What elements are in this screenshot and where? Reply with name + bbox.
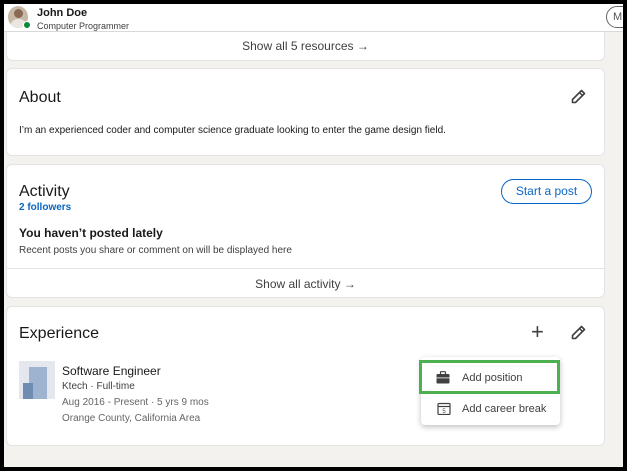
briefcase-icon [436,371,450,384]
job-company: Ktech · Full-time [62,381,135,392]
add-position-label: Add position [462,372,523,384]
activity-heading: Activity [19,183,70,200]
about-text: I’m an experienced coder and computer sc… [19,125,446,136]
about-heading: About [19,89,61,106]
empty-activity-title: You haven’t posted lately [19,226,163,240]
about-card: About I’m an experienced coder and compu… [6,68,605,156]
add-career-break-menu-item[interactable]: 5 Add career break [421,394,560,424]
divider [7,268,604,269]
experience-heading: Experience [19,325,100,342]
job-dates: Aug 2016 - Present · 5 yrs 9 mos [62,397,209,408]
show-all-activity-link[interactable]: Show all activity → [7,277,604,291]
resources-card: Show all 5 resources → [6,28,605,61]
pencil-icon[interactable] [570,325,586,341]
company-logo[interactable] [19,361,55,399]
profile-sticky-header: John Doe Computer Programmer M [4,4,627,32]
profile-title: Computer Programmer [37,21,130,31]
more-button[interactable]: M [606,6,627,28]
online-status-icon [23,21,31,29]
followers-link[interactable]: 2 followers [19,202,71,213]
empty-activity-subtitle: Recent posts you share or comment on wil… [19,245,292,256]
calendar-icon: 5 [437,402,451,415]
activity-card: Activity 2 followers Start a post You ha… [6,164,605,298]
job-location: Orange County, California Area [62,413,201,424]
job-title[interactable]: Software Engineer [62,364,161,378]
pencil-icon[interactable] [570,89,586,105]
add-experience-menu: Add position 5 Add career break [419,357,560,425]
show-all-resources-link[interactable]: Show all 5 resources → [7,39,604,53]
start-post-button[interactable]: Start a post [501,179,592,204]
add-position-menu-item[interactable]: Add position [419,360,560,394]
add-career-break-label: Add career break [462,403,547,415]
plus-icon[interactable]: + [531,321,544,343]
profile-name: John Doe [37,7,88,19]
